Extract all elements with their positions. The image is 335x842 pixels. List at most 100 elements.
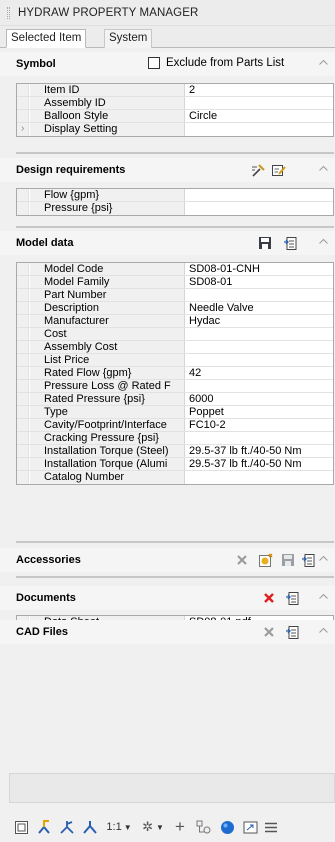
- new-item-icon[interactable]: [257, 552, 273, 568]
- property-value[interactable]: Needle Valve: [186, 302, 333, 314]
- cad-section-header[interactable]: CAD Files: [0, 620, 335, 644]
- fit-window-icon[interactable]: [241, 818, 259, 836]
- edit-list-icon[interactable]: [270, 162, 286, 178]
- add-icon[interactable]: +: [172, 817, 188, 836]
- collapse-chevron-icon[interactable]: [319, 555, 328, 561]
- list-icon[interactable]: [284, 590, 300, 606]
- property-row[interactable]: Cracking Pressure {psi}: [17, 432, 333, 445]
- section-divider: [16, 226, 334, 228]
- connect-route-icon[interactable]: [81, 818, 99, 836]
- drag-grip-icon[interactable]: [7, 6, 10, 19]
- list-icon[interactable]: [284, 624, 300, 640]
- branch-route-icon[interactable]: [58, 818, 76, 836]
- property-value[interactable]: [186, 471, 333, 484]
- property-label: Installation Torque (Alumi: [30, 458, 185, 470]
- design-section-title: Design requirements: [16, 164, 126, 176]
- window-title: HYDRAW PROPERTY MANAGER: [18, 6, 199, 19]
- property-value[interactable]: Circle: [186, 110, 333, 122]
- tab-selected-item[interactable]: Selected Item: [6, 29, 87, 48]
- property-value[interactable]: [186, 189, 333, 201]
- property-label: Catalog Number: [30, 471, 185, 484]
- scale-dropdown[interactable]: 1:1 ▼: [104, 818, 134, 836]
- edit-properties-icon[interactable]: [250, 162, 266, 178]
- save-icon[interactable]: [280, 552, 296, 568]
- property-value[interactable]: Hydac: [186, 315, 333, 327]
- tab-system[interactable]: System: [104, 29, 153, 48]
- property-row[interactable]: Rated Flow {gpm} 42: [17, 367, 333, 380]
- property-row[interactable]: Type Poppet: [17, 406, 333, 419]
- property-label: List Price: [30, 354, 185, 366]
- property-value[interactable]: Poppet: [186, 406, 333, 418]
- property-row[interactable]: Installation Torque (Steel) 29.5-37 lb ft…: [17, 445, 333, 458]
- property-value[interactable]: 42: [186, 367, 333, 379]
- property-value[interactable]: [186, 432, 333, 444]
- property-row[interactable]: Description Needle Valve: [17, 302, 333, 315]
- property-value[interactable]: 6000: [186, 393, 333, 405]
- property-row[interactable]: › Display Setting: [17, 123, 333, 136]
- property-value[interactable]: [186, 341, 333, 353]
- property-value[interactable]: FC10-2: [186, 419, 333, 431]
- property-label: Model Code: [30, 263, 185, 275]
- property-value[interactable]: [186, 328, 333, 340]
- property-row[interactable]: Assembly Cost: [17, 341, 333, 354]
- exclude-checkbox[interactable]: [148, 57, 160, 69]
- status-circle-icon[interactable]: [218, 818, 236, 836]
- documents-section-header[interactable]: Documents: [0, 586, 335, 610]
- property-row[interactable]: Cavity/Footprint/Interface FC10-2: [17, 419, 333, 432]
- exclude-from-parts-list[interactable]: Exclude from Parts List: [148, 57, 284, 69]
- symbol-grid: Item ID 2 Assembly ID Balloon Style Circle…: [16, 83, 334, 137]
- settings-dropdown[interactable]: ✲ ▼: [139, 818, 167, 836]
- model-grid: Model Code SD08-01-CNH Model Family SD08-0…: [16, 262, 334, 485]
- design-section-header[interactable]: Design requirements: [0, 158, 335, 182]
- cad-section-title: CAD Files: [16, 626, 68, 638]
- property-row[interactable]: Catalog Number: [17, 471, 333, 484]
- list-icon[interactable]: [282, 235, 298, 251]
- save-icon[interactable]: [257, 235, 273, 251]
- property-value[interactable]: SD08-01-CNH: [186, 263, 333, 275]
- property-value[interactable]: [186, 97, 333, 109]
- table-view-icon[interactable]: [12, 818, 30, 836]
- property-value[interactable]: [186, 354, 333, 366]
- collapse-chevron-icon[interactable]: [319, 238, 328, 244]
- dropdown-arrow-icon: ▼: [155, 822, 164, 832]
- property-value[interactable]: [186, 202, 333, 215]
- property-value[interactable]: [186, 289, 333, 301]
- property-row[interactable]: Item ID 2: [17, 84, 333, 97]
- collapse-chevron-icon[interactable]: [319, 165, 328, 171]
- property-row[interactable]: Manufacturer Hydac: [17, 315, 333, 328]
- property-row[interactable]: Rated Pressure {psi} 6000: [17, 393, 333, 406]
- accessories-section-header[interactable]: Accessories: [0, 548, 335, 572]
- list-icon[interactable]: [300, 552, 316, 568]
- property-row[interactable]: Balloon Style Circle: [17, 110, 333, 123]
- collapse-chevron-icon[interactable]: [319, 59, 328, 65]
- property-row[interactable]: Cost: [17, 328, 333, 341]
- property-label: Flow {gpm}: [30, 189, 185, 201]
- property-value[interactable]: 2: [186, 84, 333, 96]
- property-row[interactable]: Part Number: [17, 289, 333, 302]
- model-section-header[interactable]: Model data: [0, 231, 335, 255]
- design-grid: Flow {gpm} Pressure {psi}: [16, 188, 334, 216]
- menu-icon[interactable]: [264, 818, 278, 836]
- property-value[interactable]: 29.5-37 lb ft./40-50 Nm: [186, 445, 333, 457]
- symbol-section-header[interactable]: Symbol Exclude from Parts List: [0, 52, 335, 76]
- property-value[interactable]: [186, 123, 333, 136]
- property-row[interactable]: List Price: [17, 354, 333, 367]
- delete-icon[interactable]: [234, 552, 250, 568]
- collapse-chevron-icon[interactable]: [319, 627, 328, 633]
- property-row[interactable]: Installation Torque (Alumi 29.5-37 lb ft.…: [17, 458, 333, 471]
- property-row[interactable]: Model Code SD08-01-CNH: [17, 263, 333, 276]
- delete-icon[interactable]: [261, 590, 277, 606]
- property-row[interactable]: Flow {gpm}: [17, 189, 333, 202]
- property-row[interactable]: Pressure {psi}: [17, 202, 333, 215]
- property-value[interactable]: 29.5-37 lb ft./40-50 Nm: [186, 458, 333, 470]
- expand-arrow-icon[interactable]: ›: [21, 123, 24, 135]
- property-row[interactable]: Pressure Loss @ Rated F: [17, 380, 333, 393]
- property-value[interactable]: [186, 380, 333, 392]
- property-value[interactable]: SD08-01: [186, 276, 333, 288]
- delete-icon[interactable]: [261, 624, 277, 640]
- property-row[interactable]: Assembly ID: [17, 97, 333, 110]
- collapse-chevron-icon[interactable]: [319, 593, 328, 599]
- symbol-library-icon[interactable]: [193, 818, 213, 836]
- property-row[interactable]: Model Family SD08-01: [17, 276, 333, 289]
- pipe-route-icon[interactable]: [35, 818, 53, 836]
